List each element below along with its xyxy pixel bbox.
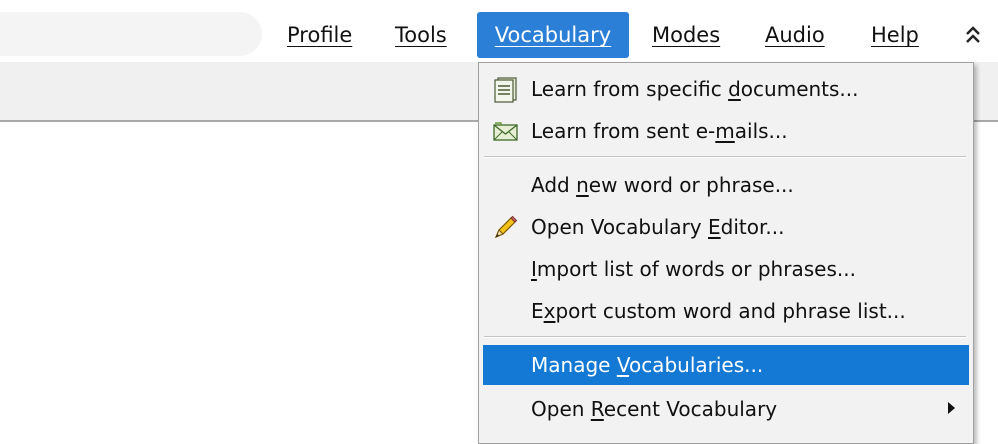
double-chevron-up-icon[interactable] (958, 18, 988, 52)
menu-vocabulary[interactable]: Vocabulary (477, 12, 629, 58)
search-box[interactable] (0, 12, 262, 56)
menu-audio[interactable]: Audio (751, 12, 839, 58)
vocabulary-dropdown-menu: Learn from specific documents... Learn f… (478, 62, 974, 444)
learn-from-sent-emails-item[interactable]: Learn from sent e-mails... (483, 111, 969, 151)
document-icon (491, 75, 519, 103)
envelope-icon (491, 117, 519, 145)
submenu-arrow-icon (948, 402, 955, 414)
add-new-word-item[interactable]: Add new word or phrase... (483, 165, 969, 205)
menu-bar: Profile Tools Vocabulary Modes Audio Hel… (0, 0, 998, 62)
learn-from-documents-item[interactable]: Learn from specific documents... (483, 69, 969, 109)
menu-separator (484, 336, 966, 338)
export-custom-list-item[interactable]: Export custom word and phrase list... (483, 291, 969, 331)
pencil-icon (491, 213, 519, 241)
menu-modes[interactable]: Modes (638, 12, 734, 58)
menu-profile[interactable]: Profile (273, 12, 366, 58)
manage-vocabularies-item[interactable]: Manage Vocabularies... (483, 345, 969, 385)
menu-help[interactable]: Help (857, 12, 933, 58)
open-recent-vocabulary-item[interactable]: Open Recent Vocabulary (483, 389, 969, 429)
import-list-item[interactable]: Import list of words or phrases... (483, 249, 969, 289)
open-vocabulary-editor-item[interactable]: Open Vocabulary Editor... (483, 207, 969, 247)
menu-separator (484, 156, 966, 158)
menu-tools[interactable]: Tools (381, 12, 461, 58)
